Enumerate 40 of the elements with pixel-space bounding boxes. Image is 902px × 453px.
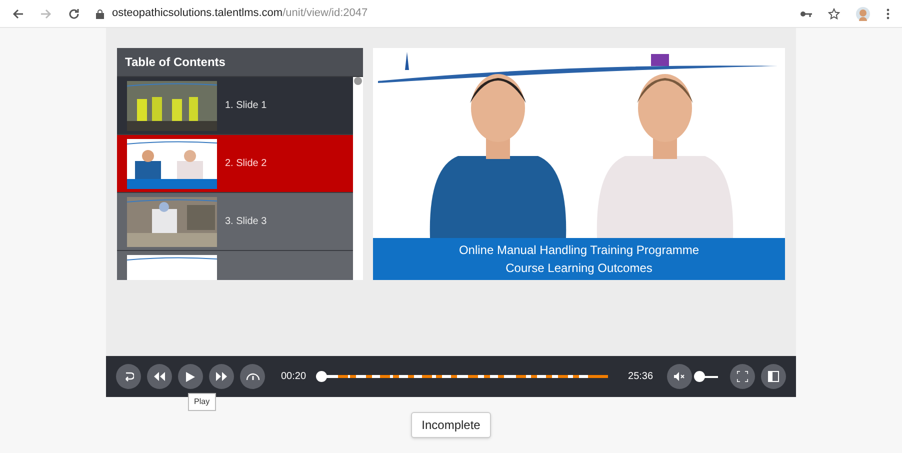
key-icon[interactable] xyxy=(800,10,812,18)
reload-icon[interactable] xyxy=(68,8,80,20)
total-time: 25:36 xyxy=(628,370,654,384)
current-time: 00:20 xyxy=(281,370,306,384)
url-text: osteopathicsolutions.talentlms.com/unit/view/id:2047 xyxy=(112,6,368,22)
play-tooltip: Play xyxy=(188,393,216,411)
toc-item[interactable]: 2. Slide 2 xyxy=(117,135,353,193)
fullscreen-button[interactable] xyxy=(730,364,755,389)
menu-icon[interactable] xyxy=(886,8,890,20)
sidebar-toggle-button[interactable] xyxy=(761,364,786,389)
caption-line: Online Manual Handling Training Programme xyxy=(458,242,700,259)
scrollbar[interactable] xyxy=(353,77,363,280)
rewind-button[interactable] xyxy=(147,364,172,389)
toc-item[interactable]: 3. Slide 3 xyxy=(117,193,353,251)
seek-thumb[interactable] xyxy=(316,371,327,382)
toc-item-label: 1. Slide 1 xyxy=(225,99,267,113)
play-icon xyxy=(186,372,195,382)
toc-item-label: 3. Slide 3 xyxy=(225,215,267,229)
toc-item[interactable]: 1. Slide 1 xyxy=(117,77,353,135)
lock-icon xyxy=(96,8,104,18)
fullscreen-icon xyxy=(737,371,748,382)
muted-speaker-icon xyxy=(674,372,686,381)
rewind-icon xyxy=(154,372,165,381)
seek-bar[interactable] xyxy=(318,370,608,382)
play-button[interactable] xyxy=(178,364,203,389)
fast-forward-icon xyxy=(216,372,227,381)
volume-thumb[interactable] xyxy=(694,371,706,382)
fast-forward-button[interactable] xyxy=(209,364,234,389)
star-icon[interactable] xyxy=(828,8,840,20)
caption-line: Course Learning Outcomes xyxy=(506,260,652,277)
replay-button[interactable] xyxy=(116,364,141,389)
incomplete-button[interactable]: Incomplete xyxy=(410,412,492,438)
toc-item-label: 2. Slide 2 xyxy=(225,157,267,171)
address-bar[interactable]: osteopathicsolutions.talentlms.com/unit/view/id:2047 xyxy=(96,5,784,22)
back-icon[interactable] xyxy=(12,8,24,20)
replay-icon xyxy=(123,371,134,382)
sidebar-icon xyxy=(768,371,779,382)
mute-button[interactable] xyxy=(667,364,692,389)
gauge-icon xyxy=(246,372,260,381)
speed-button[interactable] xyxy=(240,364,265,389)
